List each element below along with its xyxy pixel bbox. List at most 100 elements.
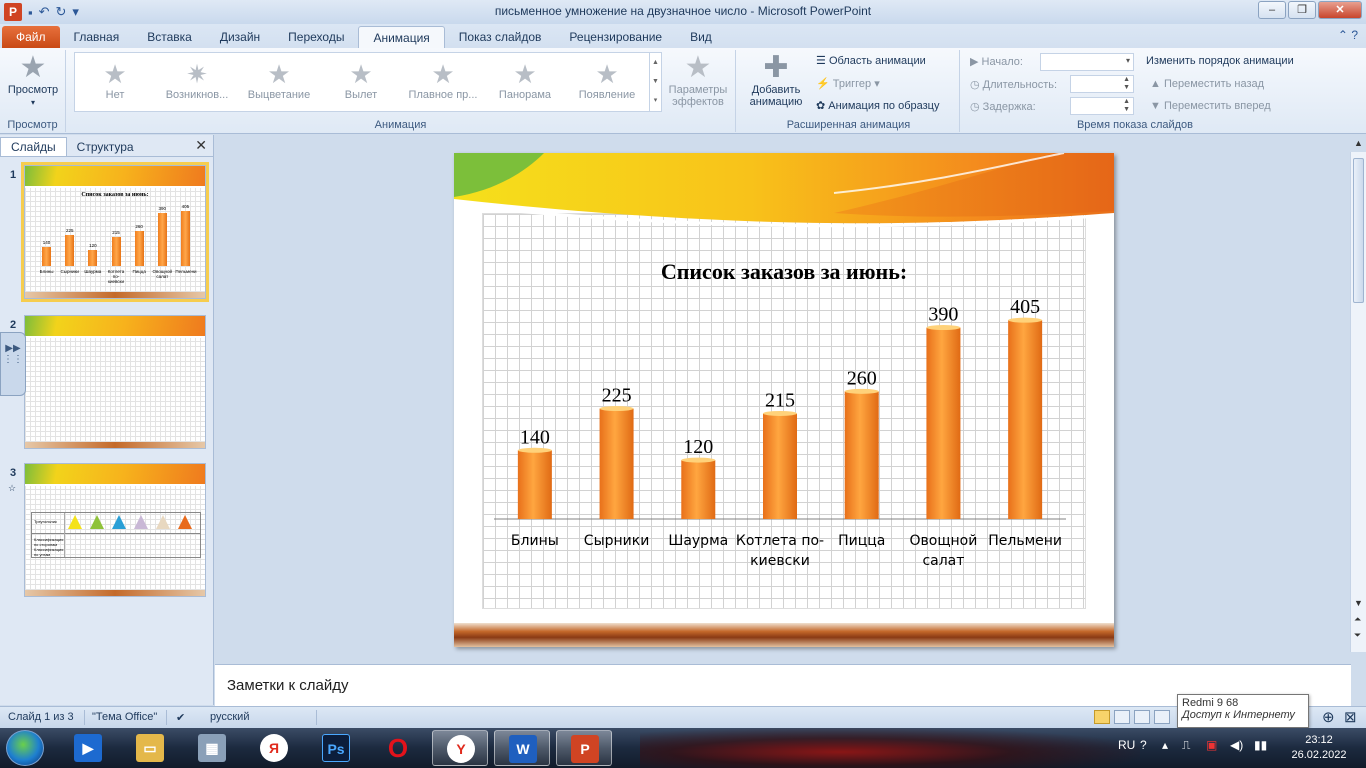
vertical-scrollbar[interactable]: ▲ ▼ ⏶ ⏷ bbox=[1350, 138, 1366, 652]
tab-slideshow[interactable]: Показ слайдов bbox=[445, 26, 556, 48]
anim-none[interactable]: ★ Нет bbox=[75, 59, 155, 101]
effect-options-button[interactable]: ★ Параметры эффектов bbox=[666, 52, 730, 109]
next-slide-icon[interactable]: ⏷ bbox=[1354, 630, 1361, 641]
taskbar-yandex[interactable]: Я bbox=[246, 730, 302, 766]
tab-file[interactable]: Файл bbox=[2, 26, 60, 48]
mini-data-label: 405 bbox=[181, 203, 190, 209]
title-bar: P ▪ ↶ ↻ ▾ письменное умножение на двузна… bbox=[0, 0, 1366, 24]
taskbar-calculator[interactable]: ▦ bbox=[184, 730, 240, 766]
delay-spinner[interactable]: ▲ ▼ bbox=[1070, 97, 1134, 115]
taskbar-media-player[interactable]: ▶ bbox=[60, 730, 116, 766]
collapse-ribbon-icon[interactable]: ⌃ bbox=[1338, 28, 1348, 42]
volume-icon[interactable]: ◀) bbox=[1230, 738, 1243, 752]
antivirus-icon[interactable]: ▣ bbox=[1206, 738, 1217, 752]
close-panel-icon[interactable]: ✕ bbox=[195, 137, 207, 154]
collapse-panel-handle[interactable]: ▶▶ ⋮⋮ bbox=[0, 332, 26, 396]
add-animation-button[interactable]: ✚ Добавить анимацию bbox=[740, 52, 812, 109]
anim-fly[interactable]: ★ Вылет bbox=[321, 59, 401, 101]
taskbar-opera[interactable]: O bbox=[370, 730, 426, 766]
taskbar-word[interactable]: W bbox=[494, 730, 550, 766]
customize-qat-icon[interactable]: ▾ bbox=[72, 4, 79, 20]
anim-appear[interactable]: ✷ Возникнов... bbox=[157, 59, 237, 101]
zoom-in-icon[interactable]: ⊕ bbox=[1322, 708, 1335, 726]
taskbar-explorer[interactable]: ▭ bbox=[122, 730, 178, 766]
tab-insert[interactable]: Вставка bbox=[133, 26, 206, 48]
mini-category-label: Сырники bbox=[60, 269, 79, 274]
slide-thumbnail-3[interactable]: 3 ☆ Треугольник Классификация по сторона… bbox=[4, 463, 210, 603]
trigger-button[interactable]: ⚡ Триггер ▾ bbox=[816, 77, 880, 90]
anim-pan[interactable]: ★ Панорама bbox=[485, 59, 565, 101]
language-indicator[interactable]: русский bbox=[210, 711, 249, 723]
preview-button[interactable]: ★ Просмотр ▾ bbox=[4, 52, 62, 108]
mini-category-label: Овощной салат bbox=[152, 269, 173, 279]
bar[interactable] bbox=[517, 450, 552, 519]
tab-transitions[interactable]: Переходы bbox=[274, 26, 358, 48]
fit-slide-icon[interactable]: ⊠ bbox=[1344, 708, 1357, 726]
tab-view[interactable]: Вид bbox=[676, 26, 726, 48]
taskbar-powerpoint[interactable]: P bbox=[556, 730, 612, 766]
close-button[interactable]: ✕ bbox=[1318, 1, 1362, 19]
show-hidden-icons[interactable]: ▴ bbox=[1162, 738, 1168, 752]
word-icon: W bbox=[509, 735, 537, 763]
bar[interactable] bbox=[763, 413, 797, 519]
clock[interactable]: 23:12 26.02.2022 bbox=[1286, 733, 1352, 763]
slide-thumbnail-2[interactable]: 2 bbox=[4, 315, 210, 455]
help-icon[interactable]: ? bbox=[1140, 738, 1147, 752]
normal-view-button[interactable] bbox=[1094, 710, 1110, 724]
group-advanced-animation: ✚ Добавить анимацию ☰ Область анимации ⚡… bbox=[738, 50, 960, 132]
move-forward-button[interactable]: ▼ Переместить вперед bbox=[1150, 100, 1271, 112]
spellcheck-icon[interactable]: ✔ bbox=[176, 711, 185, 724]
reorder-label: Изменить порядок анимации bbox=[1146, 55, 1294, 67]
language-indicator[interactable]: RU bbox=[1118, 738, 1135, 752]
star-icon: ★ bbox=[349, 59, 373, 89]
theme-name[interactable]: "Тема Office" bbox=[92, 711, 157, 723]
prev-slide-icon[interactable]: ⏶ bbox=[1354, 614, 1361, 625]
star-icon: ★ bbox=[267, 59, 291, 89]
data-label: 140 bbox=[520, 426, 550, 448]
tab-slides[interactable]: Слайды bbox=[0, 137, 67, 156]
trigger-icon: ⚡ bbox=[816, 78, 830, 90]
minimize-button[interactable]: – bbox=[1258, 1, 1286, 19]
slideshow-view-button[interactable] bbox=[1154, 710, 1170, 724]
slide-canvas[interactable]: Список заказов за июнь: 140 Блины 225 Сырни… bbox=[454, 153, 1114, 647]
star-icon: ✷ bbox=[186, 59, 208, 89]
taskbar-photoshop[interactable]: Ps bbox=[308, 730, 364, 766]
slide-counter: Слайд 1 из 3 bbox=[8, 711, 74, 723]
redo-icon[interactable]: ↻ bbox=[56, 4, 67, 20]
network-icon[interactable]: ▮▮ bbox=[1254, 738, 1267, 752]
move-back-button[interactable]: ▲ Переместить назад bbox=[1150, 78, 1264, 90]
anim-float[interactable]: ★ Плавное пр... bbox=[403, 59, 483, 101]
reading-view-button[interactable] bbox=[1134, 710, 1150, 724]
tab-design[interactable]: Дизайн bbox=[206, 26, 274, 48]
bar-cap bbox=[681, 457, 716, 463]
animation-pane-button[interactable]: ☰ Область анимации bbox=[816, 54, 926, 67]
bar[interactable] bbox=[599, 408, 634, 519]
duration-spinner[interactable]: ▲ ▼ bbox=[1070, 75, 1134, 93]
gallery-scroll[interactable]: ▲ ▼ ▾ bbox=[649, 53, 661, 111]
scroll-thumb[interactable] bbox=[1353, 158, 1364, 303]
bar[interactable] bbox=[1008, 320, 1043, 519]
start-select[interactable]: ▾ bbox=[1040, 53, 1134, 71]
usb-icon[interactable]: ⎍ bbox=[1182, 738, 1190, 753]
bar[interactable] bbox=[926, 327, 961, 519]
slide-sorter-button[interactable] bbox=[1114, 710, 1130, 724]
anim-reveal[interactable]: ★ Появление bbox=[567, 59, 647, 101]
anim-fade[interactable]: ★ Выцветание bbox=[239, 59, 319, 101]
taskbar-yandex-browser[interactable]: Y bbox=[432, 730, 488, 766]
save-icon[interactable]: ▪ bbox=[28, 5, 33, 20]
undo-icon[interactable]: ↶ bbox=[39, 4, 50, 20]
mini-bar bbox=[65, 235, 75, 266]
tab-outline[interactable]: Структура bbox=[67, 138, 144, 156]
help-icon[interactable]: ? bbox=[1351, 28, 1358, 42]
tab-animations[interactable]: Анимация bbox=[358, 26, 445, 48]
powerpoint-icon[interactable]: P bbox=[4, 3, 22, 21]
slide-thumbnail-1[interactable]: 1 Список заказов за июнь: 140 Блины 225 Сыр… bbox=[4, 162, 210, 305]
tab-home[interactable]: Главная bbox=[60, 26, 134, 48]
maximize-button[interactable]: ❐ bbox=[1288, 1, 1316, 19]
bar-cap bbox=[844, 388, 879, 394]
bar[interactable] bbox=[681, 460, 716, 519]
start-button[interactable] bbox=[6, 730, 44, 766]
tab-review[interactable]: Рецензирование bbox=[555, 26, 676, 48]
animation-painter-button[interactable]: ✿ Анимация по образцу bbox=[816, 99, 939, 112]
bar[interactable] bbox=[844, 391, 879, 519]
